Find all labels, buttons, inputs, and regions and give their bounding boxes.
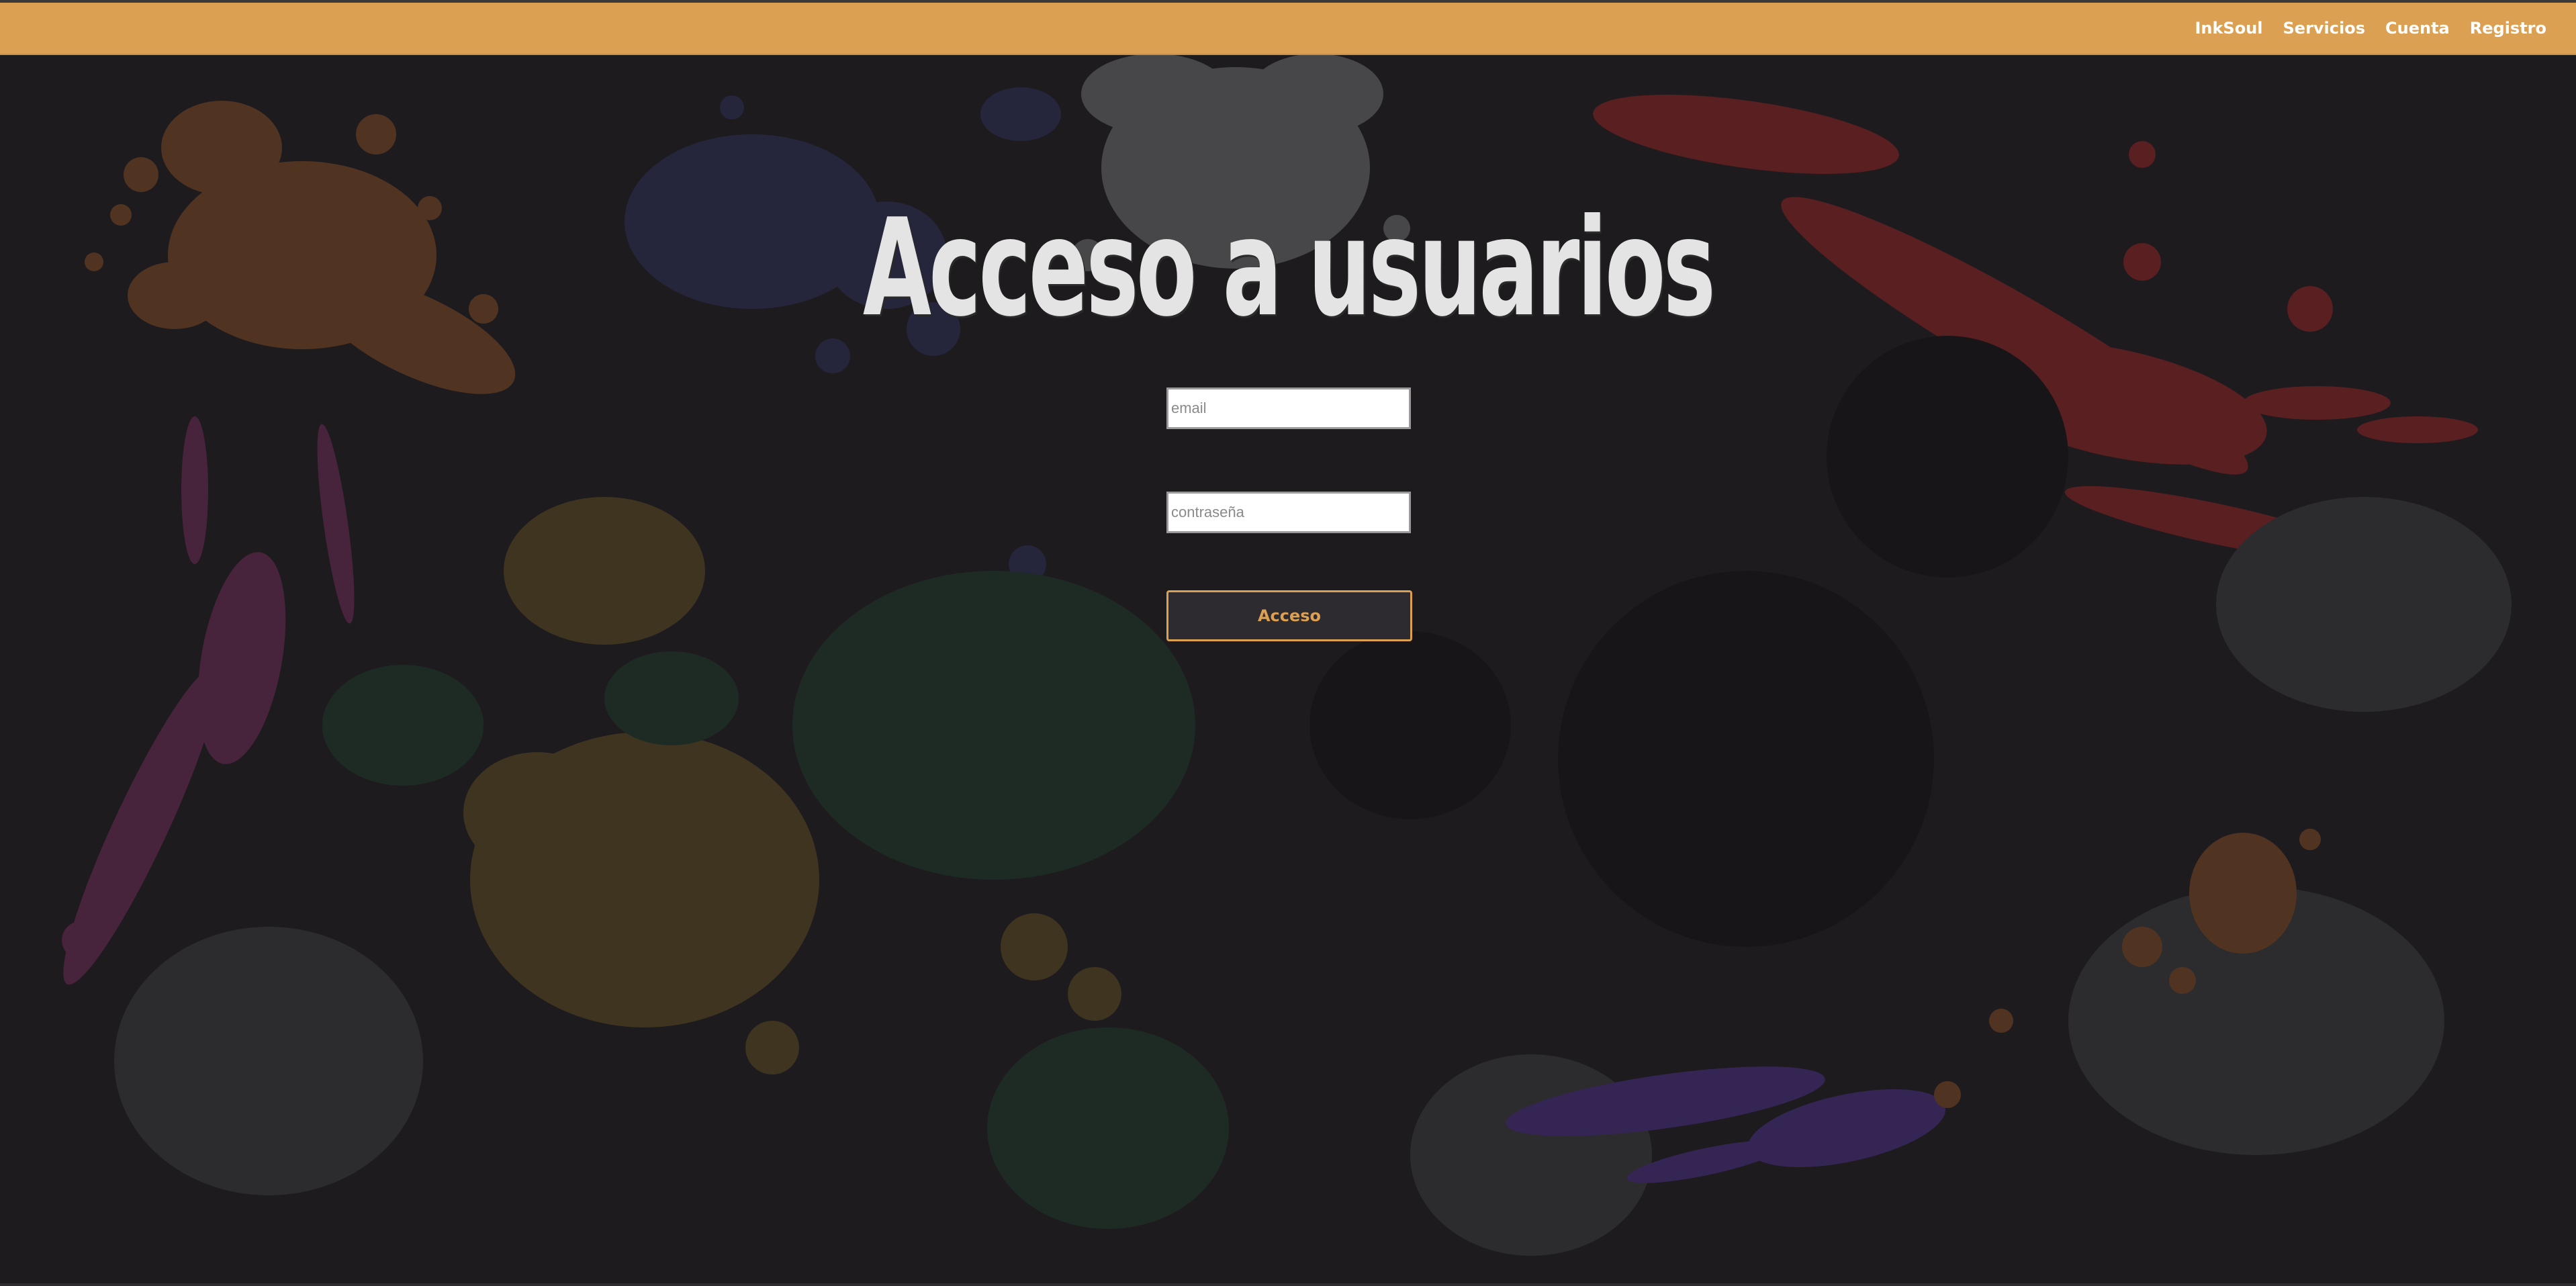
top-navbar: InkSoul Servicios Cuenta Registro (0, 3, 2576, 55)
nav-link-servicios[interactable]: Servicios (2283, 19, 2366, 38)
password-field[interactable] (1166, 492, 1411, 533)
nav-links: InkSoul Servicios Cuenta Registro (2195, 3, 2546, 54)
page-title: Acceso a usuarios (862, 190, 1716, 347)
nav-link-cuenta[interactable]: Cuenta (2385, 19, 2450, 38)
login-form-area: Acceso a usuarios Acceso (0, 54, 2576, 1286)
bottom-border (0, 1283, 2576, 1286)
login-page: InkSoul Servicios Cuenta Registro Acceso… (0, 0, 2576, 1286)
nav-link-inksoul[interactable]: InkSoul (2195, 19, 2262, 38)
login-button[interactable]: Acceso (1166, 590, 1412, 641)
nav-link-registro[interactable]: Registro (2470, 19, 2546, 38)
email-field[interactable] (1166, 387, 1411, 429)
